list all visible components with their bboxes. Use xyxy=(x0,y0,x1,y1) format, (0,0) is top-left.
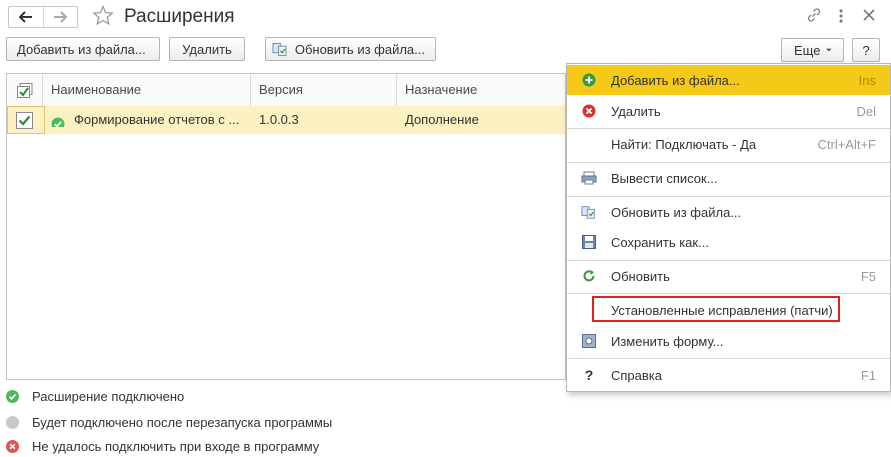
update-from-file-button[interactable]: Обновить из файла... xyxy=(265,37,436,61)
nav-buttons xyxy=(8,6,78,28)
menu-item-label: Сохранить как... xyxy=(611,234,709,250)
status-connected-icon xyxy=(51,113,65,127)
status-pending-icon xyxy=(6,416,19,429)
menu-item-label: Добавить из файла... xyxy=(611,72,740,88)
menu-item-shortcut: Ctrl+Alt+F xyxy=(817,136,876,152)
menu-separator xyxy=(567,293,890,294)
table-header: Наименование Версия Назначение xyxy=(7,74,565,107)
legend-pending: Будет подключено после перезапуска прогр… xyxy=(6,415,332,430)
menu-item-label: Обновить из файла... xyxy=(611,204,742,220)
table-row[interactable]: Формирование отчетов с ... 1.0.0.3 Допол… xyxy=(7,106,565,134)
update-file-icon xyxy=(272,42,287,57)
add-from-file-button[interactable]: Добавить из файла... xyxy=(6,37,160,61)
delete-button[interactable]: Удалить xyxy=(169,37,245,61)
checkmark-icon xyxy=(18,115,31,126)
column-header-purpose[interactable]: Назначение xyxy=(396,74,566,106)
more-button[interactable]: Еще xyxy=(781,38,844,62)
row-name: Формирование отчетов с ... xyxy=(74,112,240,127)
save-disk-icon xyxy=(582,235,596,249)
menu-item-update-from-file[interactable]: Обновить из файла... xyxy=(567,197,890,227)
column-header-version[interactable]: Версия xyxy=(250,74,396,106)
star-favorite-icon[interactable] xyxy=(92,5,114,26)
arrow-right-icon xyxy=(54,11,68,23)
annotation-highlight-box xyxy=(592,296,840,322)
menu-item-change-form[interactable]: Изменить форму... xyxy=(567,326,890,356)
more-dropdown-menu: Добавить из файла... Ins Удалить Del Най… xyxy=(566,63,891,392)
menu-item-label: Справка xyxy=(611,367,662,383)
menu-item-help[interactable]: ? Справка F1 xyxy=(567,360,890,390)
print-list-icon xyxy=(581,171,597,185)
column-header-name[interactable]: Наименование xyxy=(42,74,250,106)
update-file-icon xyxy=(581,206,595,219)
menu-item-label: Вывести список... xyxy=(611,170,718,186)
close-icon[interactable] xyxy=(863,9,875,21)
page-title: Расширения xyxy=(124,6,235,27)
legend-pending-label: Будет подключено после перезапуска прогр… xyxy=(32,415,333,430)
more-vertical-icon[interactable] xyxy=(838,8,844,24)
chevron-down-icon xyxy=(826,48,833,52)
row-check-cell[interactable] xyxy=(7,106,45,134)
menu-item-output-list[interactable]: Вывести список... xyxy=(567,163,890,193)
status-connected-icon xyxy=(6,390,19,403)
check-all-icon[interactable] xyxy=(17,83,33,98)
change-form-icon xyxy=(582,334,596,348)
help-button[interactable]: ? xyxy=(852,38,880,62)
row-purpose: Дополнение xyxy=(405,112,479,127)
menu-item-find-connect[interactable]: Найти: Подключать - Да Ctrl+Alt+F xyxy=(567,129,890,159)
refresh-icon xyxy=(583,270,595,282)
menu-item-add-from-file[interactable]: Добавить из файла... Ins xyxy=(567,65,890,95)
menu-item-save-as[interactable]: Сохранить как... xyxy=(567,227,890,257)
help-label: ? xyxy=(862,42,870,58)
add-from-file-label: Добавить из файла... xyxy=(17,41,146,57)
forward-button[interactable] xyxy=(42,7,78,27)
arrow-left-icon xyxy=(18,11,32,23)
menu-item-shortcut: F1 xyxy=(860,367,876,383)
row-version: 1.0.0.3 xyxy=(259,112,299,127)
more-label: Еще xyxy=(794,42,821,58)
menu-item-label: Найти: Подключать - Да xyxy=(611,136,757,152)
menu-item-shortcut: F5 xyxy=(860,268,876,284)
update-from-file-label: Обновить из файла... xyxy=(294,41,425,57)
back-button[interactable] xyxy=(9,7,43,27)
help-question-icon: ? xyxy=(584,367,594,383)
menu-item-shortcut: Del xyxy=(856,103,876,119)
menu-item-label: Изменить форму... xyxy=(611,333,724,349)
menu-item-refresh[interactable]: Обновить F5 xyxy=(567,261,890,291)
delete-label: Удалить xyxy=(182,41,232,57)
row-checkbox[interactable] xyxy=(16,112,33,129)
legend-connected: Расширение подключено xyxy=(6,389,184,404)
extensions-table: Наименование Версия Назначение Формирова… xyxy=(6,73,566,380)
menu-separator xyxy=(567,358,890,359)
legend-connected-label: Расширение подключено xyxy=(32,389,185,404)
menu-item-label: Обновить xyxy=(611,268,670,284)
menu-item-shortcut: Ins xyxy=(858,72,876,88)
legend-failed: Не удалось подключить при входе в програ… xyxy=(6,439,319,454)
add-circle-icon xyxy=(582,73,596,87)
legend-failed-label: Не удалось подключить при входе в програ… xyxy=(32,439,320,454)
link-icon[interactable] xyxy=(806,7,822,23)
status-failed-icon xyxy=(6,440,19,453)
menu-item-label: Удалить xyxy=(611,103,661,119)
menu-item-delete[interactable]: Удалить Del xyxy=(567,96,890,126)
delete-circle-icon xyxy=(582,104,596,118)
